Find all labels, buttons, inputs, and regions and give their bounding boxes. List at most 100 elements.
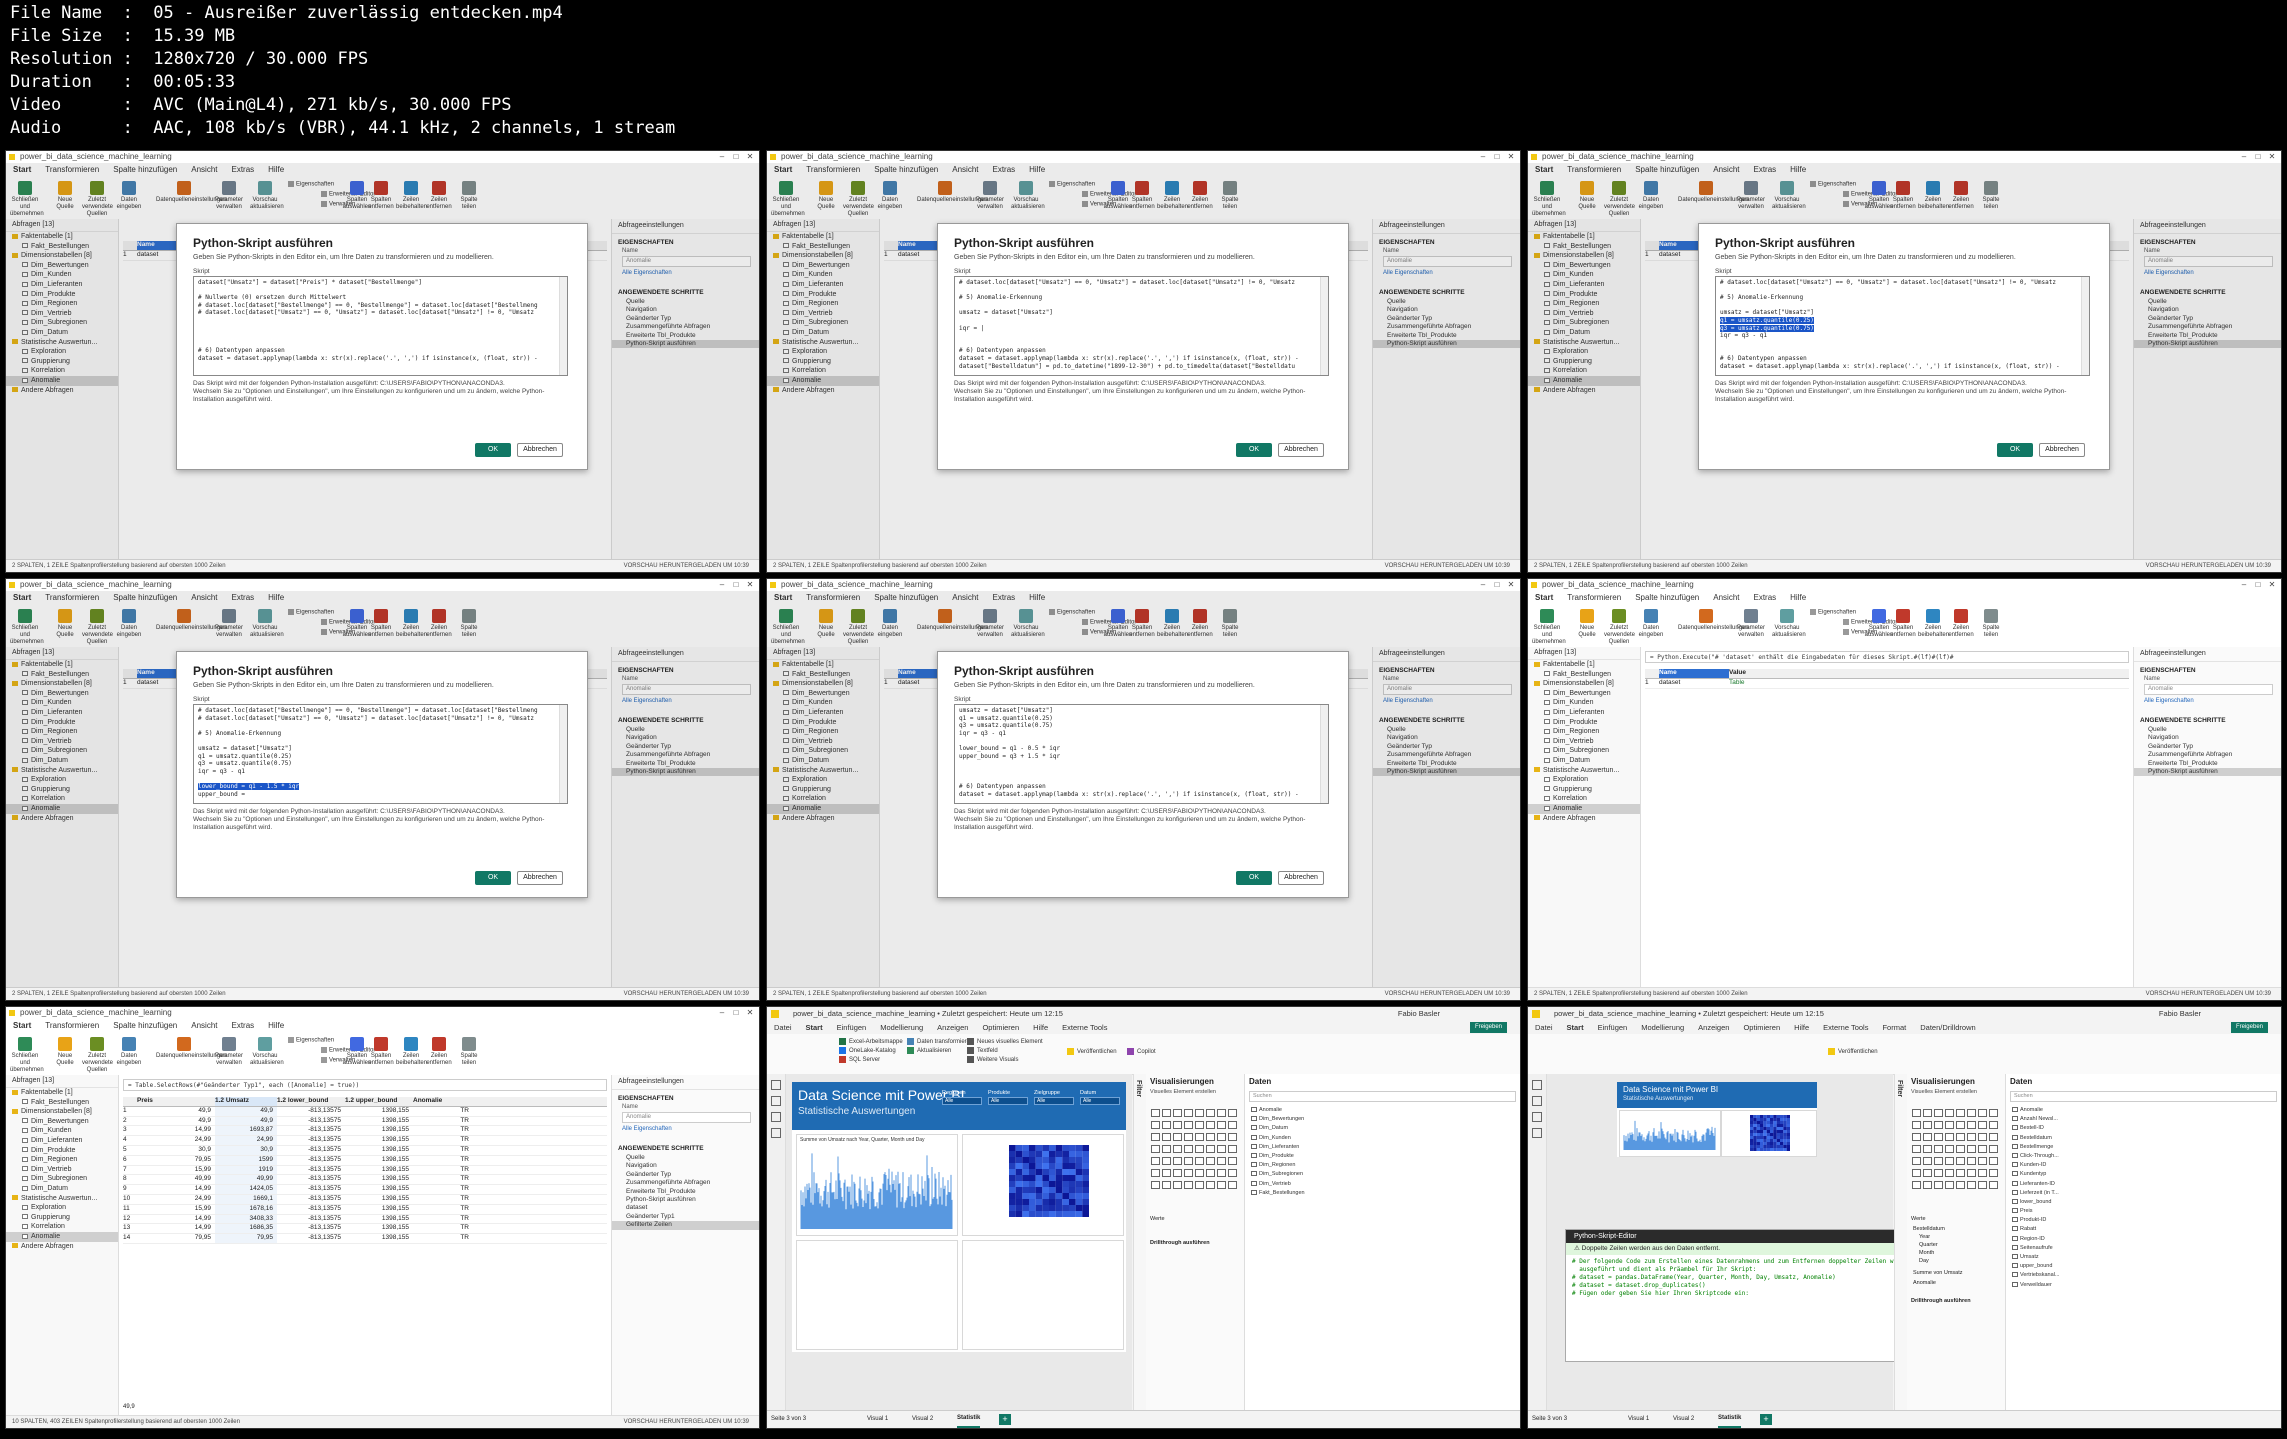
close-icon[interactable]: ✕ [2265,579,2279,591]
table-row[interactable]: 7 15,99 1919 -813,13575 1398,155 TR [123,1165,607,1176]
tab-2[interactable]: Spalte hinzufügen [1635,591,1699,605]
visual-type-icon[interactable] [1184,1121,1193,1129]
close-icon[interactable]: ✕ [2265,151,2279,163]
script-editor[interactable]: # dataset.loc[dataset["Umsatz"] == 0, "U… [954,276,1329,376]
ribbon-button-2[interactable]: Zuletzt verwendete Quellen [82,1037,113,1073]
query-item[interactable]: Dim_Produkte [1528,718,1640,728]
data-field[interactable]: Preis [2006,1207,2281,1216]
minimize-icon[interactable]: – [715,579,729,591]
all-properties-link[interactable]: Alle Eigenschaften [612,1126,759,1132]
visual-type-icon[interactable] [1912,1121,1921,1129]
tab-4[interactable]: Extras [231,1019,254,1033]
visual-type-icon[interactable] [1195,1169,1204,1177]
slicer[interactable]: Zielgruppe Alle [1034,1090,1074,1105]
data-field[interactable]: Click-Through... [2006,1152,2281,1161]
data-search-input[interactable]: Suchen [1249,1091,1516,1102]
slicer[interactable]: Produkte Alle [988,1090,1028,1105]
maximize-icon[interactable]: □ [2251,579,2265,591]
ribbon-button-6[interactable]: Vorschau aktualisieren [1772,609,1806,643]
line-chart-visual[interactable] [1619,1110,1721,1157]
visual-type-icon[interactable] [1173,1145,1182,1153]
data-field[interactable]: Bestelldatum [2006,1134,2281,1143]
slicer-value[interactable]: Alle [1080,1097,1120,1105]
visual-type-icon[interactable] [1228,1121,1237,1129]
applied-step[interactable]: Quelle [612,1154,759,1162]
query-item[interactable]: Dim_Vertrieb [1528,737,1640,747]
visual-type-icon[interactable] [1195,1133,1204,1141]
visual-type-icon[interactable] [1923,1169,1932,1177]
data-field[interactable]: Fakt_Bestellungen [1245,1189,1520,1198]
visual-type-icon[interactable] [1228,1133,1237,1141]
query-item[interactable]: Korrelation [6,1222,118,1232]
data-field[interactable]: Dim_Regionen [1245,1161,1520,1170]
menu-tab[interactable]: Modellierung [880,1021,923,1034]
ribbon-button-13[interactable]: Zeilen entfernen [1946,609,1976,643]
visual-type-icon[interactable] [1956,1169,1965,1177]
visual-type-icon[interactable] [1217,1109,1226,1117]
visual-type-icon[interactable] [1173,1157,1182,1165]
ok-button[interactable]: OK [1236,443,1272,457]
share-button[interactable]: Freigeben [2230,1022,2268,1033]
query-item[interactable]: Gruppierung [6,1213,118,1223]
column-header[interactable]: Name [1659,669,1729,678]
visual-type-icon[interactable] [1967,1109,1976,1117]
visual-type-icon[interactable] [1228,1169,1237,1177]
visual-type-icon[interactable] [1206,1133,1215,1141]
table-view-icon[interactable] [1532,1096,1542,1106]
visual-type-icon[interactable] [1173,1181,1182,1189]
visual-type-icon[interactable] [1945,1133,1954,1141]
ribbon-item[interactable]: Excel-Arbeitsmappe [839,1038,903,1045]
close-icon[interactable]: ✕ [743,1007,757,1019]
ok-button[interactable]: OK [475,443,511,457]
ribbon-button-3[interactable]: Daten eingeben [114,1037,144,1071]
menu-tab[interactable]: Hilfe [1794,1021,1809,1034]
query-item[interactable]: Faktentabelle [1] [1528,660,1640,670]
visual-type-icon[interactable] [1184,1109,1193,1117]
visual-type-icon[interactable] [1923,1121,1932,1129]
table-row[interactable]: 3 14,99 1693,87 -813,13575 1398,155 TR [123,1126,607,1137]
maximize-icon[interactable]: □ [1490,151,1504,163]
ribbon-button-4[interactable]: Datenquelleneinstellungen [1678,609,1749,643]
minimize-icon[interactable]: – [2237,579,2251,591]
visual-type-icon[interactable] [1195,1145,1204,1153]
field-well-item[interactable]: Day [1919,1258,1929,1264]
dax-view-icon[interactable] [771,1128,781,1138]
visual-type-icon[interactable] [1184,1181,1193,1189]
maximize-icon[interactable]: □ [2251,151,2265,163]
table-row[interactable]: 4 24,99 24,99 -813,13575 1398,155 TR [123,1136,607,1146]
field-well-item[interactable]: Bestelldatum [1913,1226,1945,1232]
visual-type-icon[interactable] [1217,1169,1226,1177]
applied-step[interactable]: Zusammengeführte Abfragen [2134,751,2281,759]
visual-type-icon[interactable] [1978,1157,1987,1165]
visual-type-icon[interactable] [1217,1181,1226,1189]
maximize-icon[interactable]: □ [1490,579,1504,591]
ribbon-item[interactable]: Weitere Visuals [967,1056,1018,1063]
script-editor[interactable]: # dataset.loc[dataset["Umsatz"] == 0, "U… [1715,276,2090,376]
all-properties-link[interactable]: Alle Eigenschaften [2134,698,2281,704]
user-name[interactable]: Fabio Basler [2159,1007,2201,1021]
slicer-value[interactable]: Alle [1034,1097,1074,1105]
visual-type-icon[interactable] [1162,1157,1171,1165]
query-item[interactable]: Statistische Auswertun... [6,1194,118,1204]
ribbon-button-1[interactable]: Neue Quelle [50,1037,80,1071]
data-field[interactable]: Dim_Datum [1245,1124,1520,1133]
visual-type-icon[interactable] [1228,1157,1237,1165]
tab-1[interactable]: Transformieren [45,1019,99,1033]
ribbon-button-5[interactable]: Parameter verwalten [1736,609,1766,643]
visual-type-icon[interactable] [1967,1157,1976,1165]
tab-1[interactable]: Transformieren [1567,591,1621,605]
applied-step[interactable]: Gefilterte Zeilen [612,1221,759,1230]
visual-type-icon[interactable] [1945,1109,1954,1117]
visual-type-icon[interactable] [1206,1145,1215,1153]
tab-4[interactable]: Extras [1753,591,1776,605]
visual-type-icon[interactable] [1945,1169,1954,1177]
visual-type-icon[interactable] [1945,1121,1954,1129]
data-field[interactable]: Dim_Produkte [1245,1152,1520,1161]
ribbon-item[interactable]: SQL Server [839,1056,880,1063]
page-tab[interactable]: Visual 1 [1628,1411,1649,1428]
menu-tab[interactable]: Optimieren [1743,1021,1780,1034]
query-item[interactable]: Dim_Datum [6,1184,118,1194]
cell-link[interactable]: Table [1729,679,1799,688]
page-tab[interactable]: Statistik [1718,1411,1742,1428]
visual-type-icon[interactable] [1195,1157,1204,1165]
